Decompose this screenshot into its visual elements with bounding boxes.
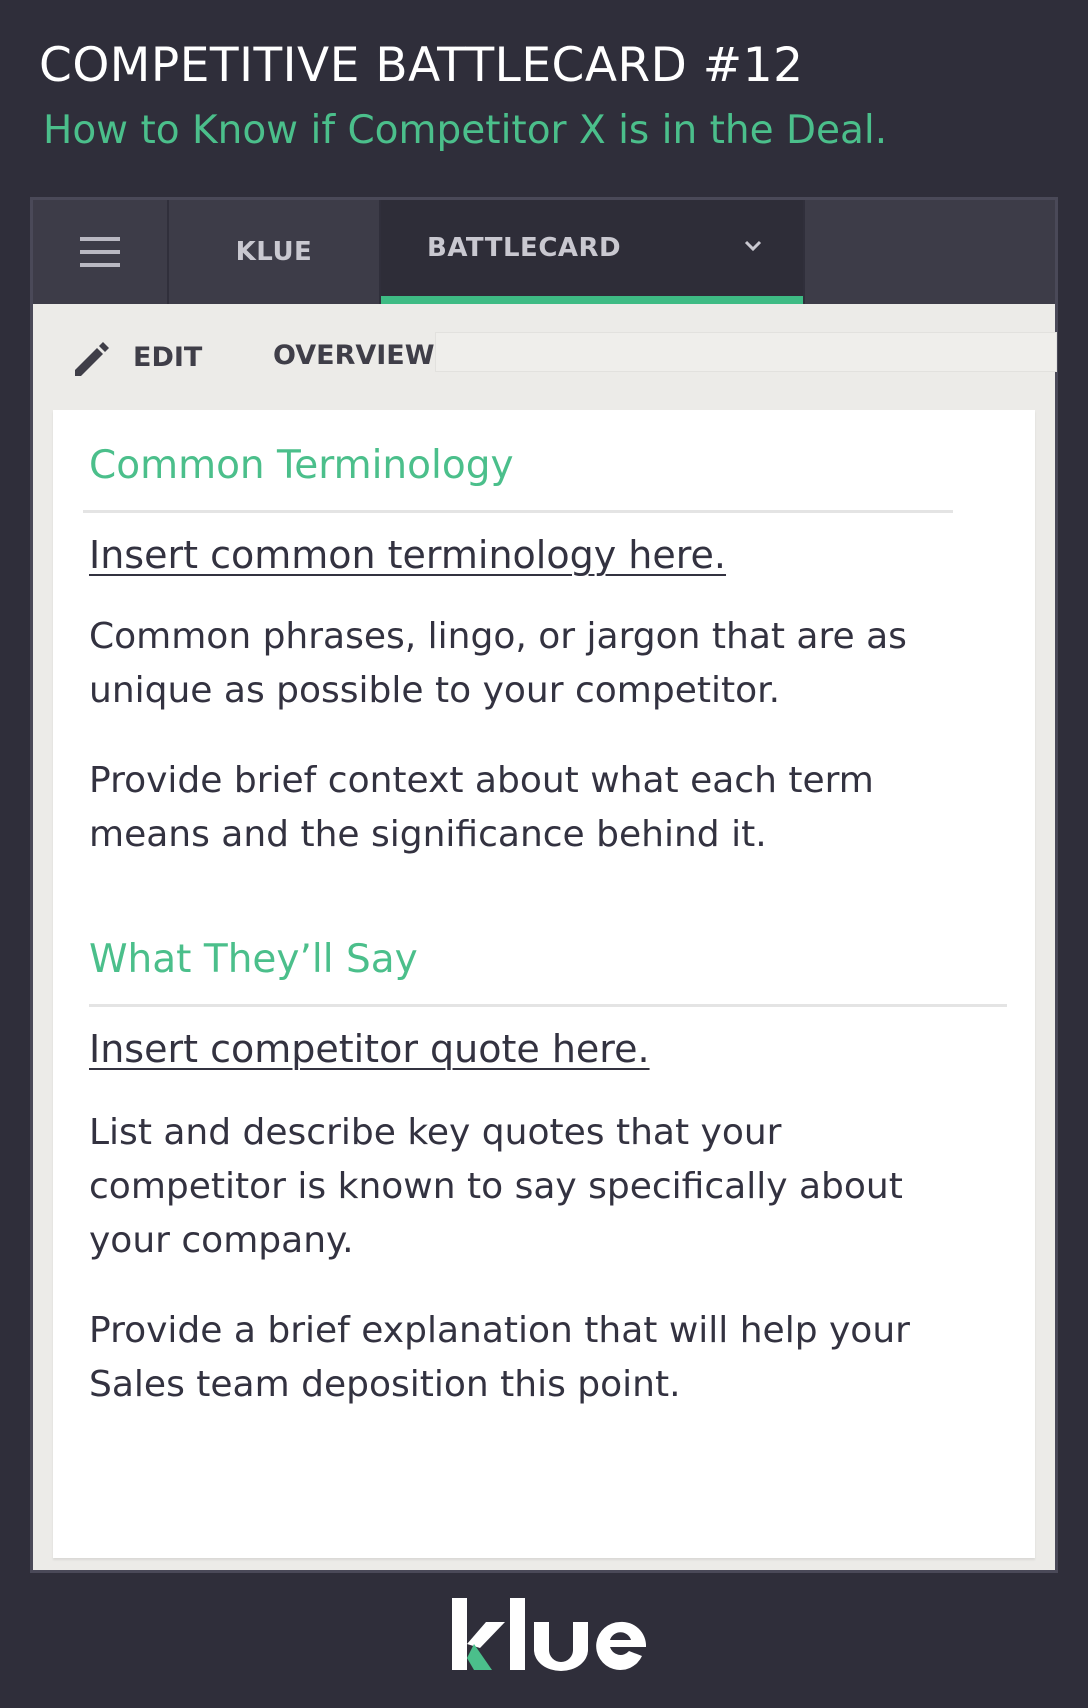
nav-empty-area bbox=[803, 200, 1055, 304]
competitor-quote-link[interactable]: Insert competitor quote here. bbox=[89, 1024, 650, 1074]
page-title: COMPETITIVE BATTLECARD #12 bbox=[39, 38, 804, 93]
overview-button[interactable]: OVERVIEW bbox=[273, 340, 435, 371]
edit-button[interactable]: EDIT bbox=[133, 342, 202, 373]
menu-button[interactable] bbox=[33, 200, 169, 304]
hamburger-menu-icon bbox=[80, 237, 120, 267]
page-subtitle: How to Know if Competitor X is in the De… bbox=[43, 108, 888, 153]
divider bbox=[89, 1004, 1007, 1007]
terminology-link[interactable]: Insert common terminology here. bbox=[89, 530, 726, 580]
section-title: What They’ll Say bbox=[89, 937, 418, 982]
app-window: KLUE BATTLECARD EDIT OVERVIEW Common Ter… bbox=[30, 197, 1058, 1573]
battlecard-content: Common Terminology Insert common termino… bbox=[53, 410, 1035, 1558]
pencil-icon[interactable] bbox=[67, 334, 115, 382]
paragraph: Common phrases, lingo, or jargon that ar… bbox=[89, 616, 907, 711]
tab-label: BATTLECARD bbox=[427, 233, 622, 263]
paragraph: Provide brief context about what each te… bbox=[89, 760, 874, 855]
section-title: Common Terminology bbox=[89, 443, 514, 488]
tab-klue[interactable]: KLUE bbox=[169, 200, 381, 304]
top-nav: KLUE BATTLECARD bbox=[33, 200, 1055, 304]
chevron-down-icon[interactable] bbox=[743, 236, 763, 256]
klue-logo bbox=[452, 1598, 647, 1671]
card-toolbar: EDIT OVERVIEW bbox=[33, 304, 1057, 410]
toolbar-empty-field bbox=[435, 332, 1057, 372]
tab-label: KLUE bbox=[235, 237, 313, 267]
tab-battlecard[interactable]: BATTLECARD bbox=[381, 200, 803, 304]
paragraph: List and describe key quotes that your c… bbox=[89, 1112, 903, 1261]
divider bbox=[83, 510, 953, 513]
paragraph: Provide a brief explanation that will he… bbox=[89, 1310, 910, 1405]
